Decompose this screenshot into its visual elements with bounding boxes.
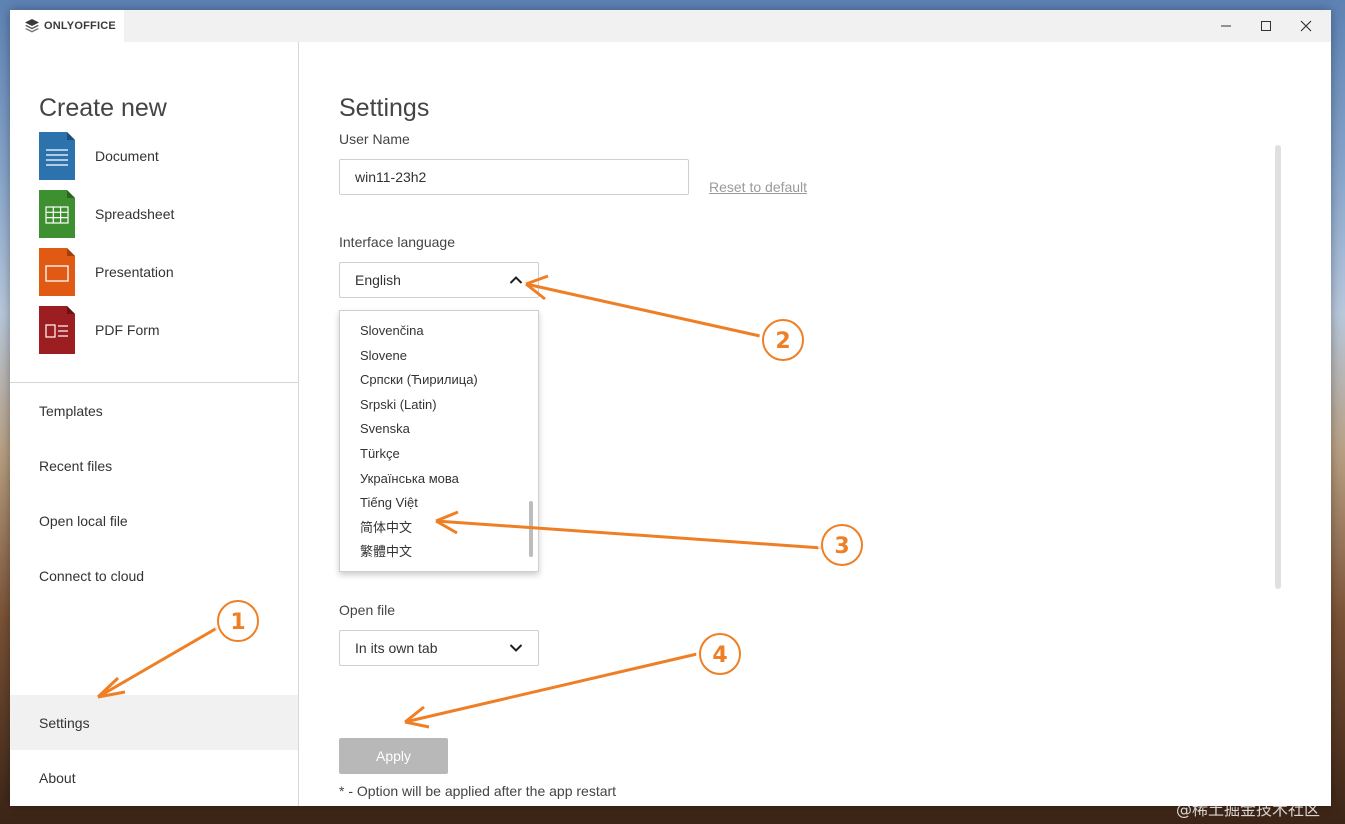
- sidebar-item-recent-files[interactable]: Recent files: [10, 438, 298, 493]
- apply-button[interactable]: Apply: [339, 738, 448, 774]
- language-option-turkce[interactable]: Türkçe: [340, 442, 525, 467]
- sidebar: Create new Document Spreadsheet Presenta…: [10, 42, 299, 806]
- title-bar: ONLYOFFICE: [10, 10, 1331, 42]
- interface-language-label: Interface language: [339, 234, 455, 250]
- language-dropdown-list: Slovenčina Slovene Српски (Ћирилица) Srp…: [339, 310, 539, 572]
- sidebar-item-templates[interactable]: Templates: [10, 383, 298, 438]
- settings-panel: Settings User Name Reset to default Inte…: [299, 42, 1331, 806]
- document-icon: [39, 132, 75, 180]
- reset-to-default-link[interactable]: Reset to default: [709, 179, 807, 195]
- language-option-slovene[interactable]: Slovene: [340, 344, 525, 369]
- onlyoffice-logo-icon: [25, 19, 39, 33]
- language-option-simplified-chinese[interactable]: 简体中文: [340, 516, 525, 541]
- language-option-ukrainian[interactable]: Українська мова: [340, 467, 525, 492]
- language-option-slovencina[interactable]: Slovenčina: [340, 319, 525, 344]
- user-name-label: User Name: [339, 131, 410, 147]
- create-document-button[interactable]: Document: [39, 132, 279, 180]
- main-scrollbar[interactable]: [1275, 145, 1281, 589]
- restart-note: * - Option will be applied after the app…: [339, 783, 617, 799]
- create-pdf-form-button[interactable]: PDF Form: [39, 306, 279, 354]
- spreadsheet-icon: [39, 190, 75, 238]
- create-item-label: Spreadsheet: [95, 206, 175, 222]
- user-name-input[interactable]: [339, 159, 689, 195]
- language-option-traditional-chinese[interactable]: 繁體中文: [340, 540, 525, 565]
- interface-language-select[interactable]: English: [339, 262, 539, 298]
- open-file-value: In its own tab: [355, 640, 438, 656]
- create-item-label: Presentation: [95, 264, 174, 280]
- interface-language-value: English: [355, 272, 401, 288]
- chevron-up-icon: [509, 276, 523, 284]
- create-item-label: PDF Form: [95, 322, 160, 338]
- app-window: ONLYOFFICE Create new Document Spreadshe…: [10, 10, 1331, 806]
- language-option-serbian-cyrillic[interactable]: Српски (Ћирилица): [340, 368, 525, 393]
- pdf-form-icon: [39, 306, 75, 354]
- dropdown-scrollbar[interactable]: [529, 501, 533, 557]
- watermark: @稀土掘金技术社区: [1176, 800, 1321, 819]
- app-tab[interactable]: ONLYOFFICE: [10, 10, 124, 42]
- create-spreadsheet-button[interactable]: Spreadsheet: [39, 190, 279, 238]
- presentation-icon: [39, 248, 75, 296]
- maximize-button[interactable]: [1246, 10, 1286, 42]
- maximize-icon: [1261, 21, 1271, 31]
- language-option-serbian-latin[interactable]: Srpski (Latin): [340, 393, 525, 418]
- create-new-title: Create new: [39, 94, 167, 122]
- create-item-label: Document: [95, 148, 159, 164]
- sidebar-item-settings[interactable]: Settings: [10, 695, 298, 750]
- minimize-icon: [1221, 25, 1231, 27]
- language-option-vietnamese[interactable]: Tiếng Việt: [340, 491, 525, 516]
- page-title: Settings: [339, 94, 430, 122]
- minimize-button[interactable]: [1206, 10, 1246, 42]
- sidebar-item-about[interactable]: About: [10, 750, 298, 805]
- chevron-down-icon: [509, 644, 523, 652]
- open-file-label: Open file: [339, 602, 396, 618]
- sidebar-item-open-local-file[interactable]: Open local file: [10, 493, 298, 548]
- create-presentation-button[interactable]: Presentation: [39, 248, 279, 296]
- language-option-svenska[interactable]: Svenska: [340, 417, 525, 442]
- app-brand: ONLYOFFICE: [44, 20, 116, 32]
- sidebar-item-connect-to-cloud[interactable]: Connect to cloud: [10, 548, 298, 603]
- close-icon: [1300, 20, 1312, 32]
- open-file-select[interactable]: In its own tab: [339, 630, 539, 666]
- close-button[interactable]: [1286, 10, 1326, 42]
